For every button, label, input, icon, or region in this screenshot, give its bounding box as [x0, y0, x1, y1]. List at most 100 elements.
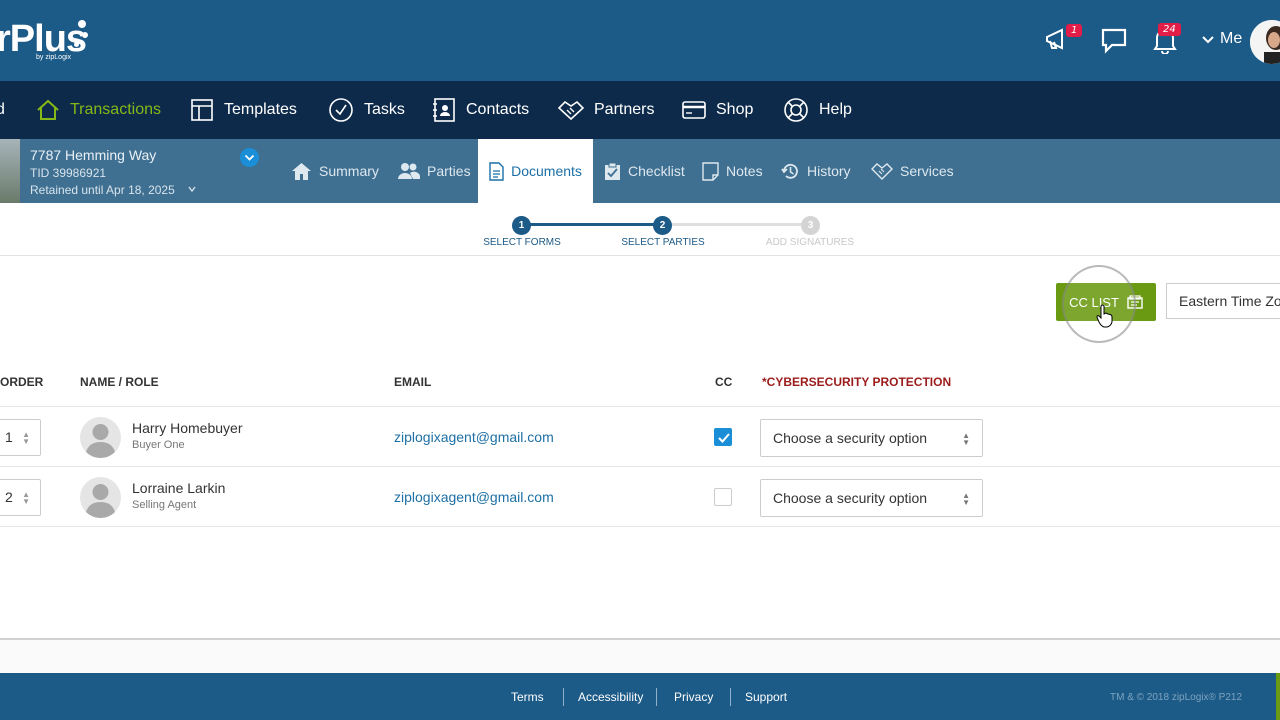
nav-item-templates[interactable]: Templates	[190, 81, 297, 139]
main-navigation: d Transactions Templates Tasks Contacts	[0, 81, 1280, 139]
tab-label: Summary	[319, 163, 379, 179]
footer-link-accessibility[interactable]: Accessibility	[578, 690, 643, 704]
footer-accent-bar	[1276, 673, 1280, 720]
nav-item-partners[interactable]: Partners	[558, 81, 654, 139]
tab-label: Services	[900, 163, 954, 179]
tab-summary[interactable]: Summary	[291, 139, 379, 203]
announcements-button[interactable]: 1	[1044, 24, 1083, 54]
nav-item-tasks[interactable]: Tasks	[328, 81, 405, 139]
order-value: 1	[5, 429, 13, 445]
nav-item-contacts[interactable]: Contacts	[432, 81, 529, 139]
credit-card-icon	[682, 101, 706, 119]
template-icon	[191, 99, 213, 121]
spinner-arrows-icon[interactable]: ▲ ▼	[22, 491, 30, 506]
footer-link-terms[interactable]: Terms	[511, 690, 544, 704]
notifications-button[interactable]: 24	[1152, 23, 1182, 55]
tab-label: Checklist	[628, 163, 685, 179]
avatar	[80, 417, 121, 458]
handshake-icon	[558, 100, 584, 121]
announcements-badge: 1	[1066, 24, 1083, 37]
user-menu-label: Me	[1220, 30, 1243, 47]
nav-item-transactions[interactable]: Transactions	[36, 81, 161, 139]
history-icon	[781, 163, 798, 179]
order-stepper[interactable]: 1 ▲ ▼	[0, 419, 41, 456]
party-role: Buyer One	[132, 439, 185, 451]
home-icon	[292, 162, 311, 180]
tab-label: Documents	[511, 163, 582, 179]
order-stepper[interactable]: 2 ▲ ▼	[0, 479, 41, 516]
tab-documents[interactable]: Documents	[478, 139, 593, 203]
contacts-icon	[433, 98, 455, 122]
nav-item-label: Transactions	[70, 101, 161, 118]
party-email-link[interactable]: ziplogixagent@gmail.com	[394, 429, 554, 445]
tab-label: History	[807, 163, 851, 179]
nav-item-label: Templates	[224, 101, 297, 118]
tab-services[interactable]: Services	[871, 139, 954, 203]
party-email-link[interactable]: ziplogixagent@gmail.com	[394, 489, 554, 505]
document-icon	[489, 161, 504, 181]
order-value: 2	[5, 489, 13, 505]
nav-item-label: Shop	[716, 101, 754, 118]
transaction-id: TID 39986921	[30, 166, 107, 180]
nav-item-label: Tasks	[364, 101, 405, 118]
footer-link-privacy[interactable]: Privacy	[674, 690, 713, 704]
nav-item-shop[interactable]: Shop	[682, 81, 753, 139]
table-divider	[0, 526, 1280, 527]
chevron-down-icon	[1202, 36, 1214, 44]
party-name: Lorraine Larkin	[132, 480, 226, 496]
column-header-order: ORDER	[0, 375, 44, 389]
tab-checklist[interactable]: Checklist	[604, 139, 685, 203]
step-1-indicator[interactable]: 1	[512, 216, 531, 235]
cc-checkbox[interactable]	[714, 488, 732, 506]
property-address: 7787 Hemming Way	[30, 147, 157, 163]
copyright-notice: TM & © 2018 zipLogix® P212	[1110, 692, 1243, 703]
timezone-select[interactable]: Eastern Time Zone	[1166, 283, 1280, 319]
footer-separator	[656, 688, 657, 706]
nav-item-label: Help	[819, 101, 852, 118]
workflow-stepper: 1 SELECT FORMS 2 SELECT PARTIES 3 ADD SI…	[0, 203, 1280, 256]
step-connector-complete	[530, 223, 662, 226]
chevron-down-icon	[244, 154, 255, 161]
party-name: Harry Homebuyer	[132, 420, 243, 436]
nav-item-label: Contacts	[466, 101, 530, 118]
home-icon	[37, 99, 59, 120]
security-option-select[interactable]: Choose a security option ▲ ▼	[760, 419, 983, 457]
step-2-indicator[interactable]: 2	[653, 216, 672, 235]
tab-label: Parties	[427, 163, 471, 179]
step-2-label[interactable]: SELECT PARTIES	[593, 237, 733, 248]
nav-item-dashboard-partial[interactable]: d	[0, 81, 5, 139]
messages-button[interactable]	[1100, 26, 1130, 54]
tab-parties[interactable]: Parties	[398, 139, 471, 203]
chevron-down-icon	[188, 186, 196, 193]
security-option-value: Choose a security option	[773, 430, 928, 446]
lifebuoy-icon	[784, 98, 808, 122]
user-photo-icon	[1250, 20, 1280, 64]
nav-item-help[interactable]: Help	[783, 81, 852, 139]
tab-history[interactable]: History	[781, 139, 851, 203]
footer-link-support[interactable]: Support	[745, 690, 787, 704]
party-role: Selling Agent	[132, 499, 197, 511]
app-header: rPlus by zipLogix 1 24 Me	[0, 0, 1280, 81]
column-header-email: EMAIL	[394, 375, 432, 389]
property-thumbnail	[0, 139, 20, 203]
column-header-cc: CC	[715, 375, 733, 389]
avatar	[80, 477, 121, 518]
check-circle-icon	[329, 98, 353, 122]
app-logo[interactable]: rPlus by zipLogix	[0, 18, 88, 61]
app-footer: Terms Accessibility Privacy Support TM &…	[0, 673, 1280, 720]
security-option-select[interactable]: Choose a security option ▲ ▼	[760, 479, 983, 517]
person-silhouette-icon	[85, 484, 116, 518]
cc-checkbox[interactable]	[714, 428, 732, 446]
person-silhouette-icon	[85, 424, 116, 458]
step-3-indicator: 3	[801, 216, 820, 235]
notifications-badge: 24	[1158, 23, 1181, 36]
table-row: 2 ▲ ▼ Lorraine Larkin Selling Agent ziplo…	[0, 467, 1280, 526]
chat-bubble-icon	[1101, 28, 1127, 54]
tab-notes[interactable]: Notes	[702, 139, 763, 203]
footer-separator	[563, 688, 564, 706]
spinner-arrows-icon[interactable]: ▲ ▼	[22, 431, 30, 446]
step-connector-pending	[671, 223, 810, 226]
user-avatar[interactable]	[1250, 20, 1280, 64]
step-1-label[interactable]: SELECT FORMS	[452, 237, 592, 248]
property-expand-toggle[interactable]	[240, 148, 259, 167]
